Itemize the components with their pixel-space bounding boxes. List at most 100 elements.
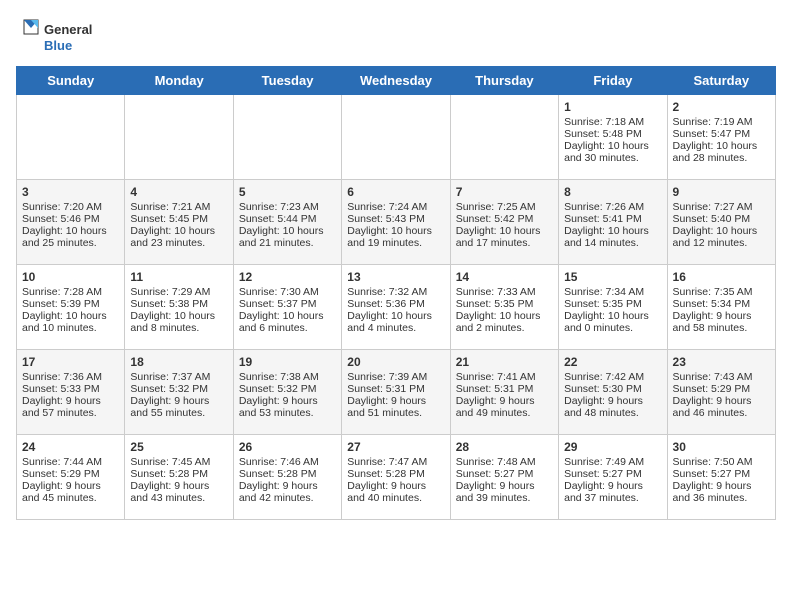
day-info: Sunrise: 7:42 AM xyxy=(564,371,661,383)
day-info: Sunset: 5:27 PM xyxy=(673,468,770,480)
day-info: Daylight: 10 hours and 28 minutes. xyxy=(673,140,770,164)
day-info: Sunset: 5:35 PM xyxy=(456,298,553,310)
day-info: Sunrise: 7:29 AM xyxy=(130,286,227,298)
day-info: Sunset: 5:39 PM xyxy=(22,298,119,310)
day-number: 15 xyxy=(564,270,661,284)
day-number: 6 xyxy=(347,185,444,199)
day-info: Sunset: 5:38 PM xyxy=(130,298,227,310)
day-info: Daylight: 9 hours and 48 minutes. xyxy=(564,395,661,419)
day-number: 17 xyxy=(22,355,119,369)
day-info: Sunrise: 7:44 AM xyxy=(22,456,119,468)
calendar-week-row: 10Sunrise: 7:28 AMSunset: 5:39 PMDayligh… xyxy=(17,265,776,350)
calendar-cell: 18Sunrise: 7:37 AMSunset: 5:32 PMDayligh… xyxy=(125,350,233,435)
day-info: Sunrise: 7:47 AM xyxy=(347,456,444,468)
day-info: Daylight: 9 hours and 58 minutes. xyxy=(673,310,770,334)
calendar-body: 1Sunrise: 7:18 AMSunset: 5:48 PMDaylight… xyxy=(17,95,776,520)
col-tuesday: Tuesday xyxy=(233,67,341,95)
calendar-cell: 20Sunrise: 7:39 AMSunset: 5:31 PMDayligh… xyxy=(342,350,450,435)
calendar-cell xyxy=(125,95,233,180)
calendar-cell: 10Sunrise: 7:28 AMSunset: 5:39 PMDayligh… xyxy=(17,265,125,350)
day-info: Sunrise: 7:37 AM xyxy=(130,371,227,383)
calendar-header: Sunday Monday Tuesday Wednesday Thursday… xyxy=(17,67,776,95)
day-info: Daylight: 9 hours and 51 minutes. xyxy=(347,395,444,419)
day-info: Daylight: 9 hours and 36 minutes. xyxy=(673,480,770,504)
day-info: Sunset: 5:46 PM xyxy=(22,213,119,225)
day-info: Daylight: 10 hours and 25 minutes. xyxy=(22,225,119,249)
calendar-cell: 5Sunrise: 7:23 AMSunset: 5:44 PMDaylight… xyxy=(233,180,341,265)
calendar-cell: 15Sunrise: 7:34 AMSunset: 5:35 PMDayligh… xyxy=(559,265,667,350)
calendar-cell: 27Sunrise: 7:47 AMSunset: 5:28 PMDayligh… xyxy=(342,435,450,520)
day-info: Sunrise: 7:24 AM xyxy=(347,201,444,213)
day-info: Sunset: 5:33 PM xyxy=(22,383,119,395)
day-info: Daylight: 9 hours and 53 minutes. xyxy=(239,395,336,419)
calendar-cell: 8 Sunrise: 7:26 AMSunset: 5:41 PMDaylight… xyxy=(559,180,667,265)
calendar-cell: 29Sunrise: 7:49 AMSunset: 5:27 PMDayligh… xyxy=(559,435,667,520)
day-info: Sunrise: 7:50 AM xyxy=(673,456,770,468)
calendar-cell: 24Sunrise: 7:44 AMSunset: 5:29 PMDayligh… xyxy=(17,435,125,520)
day-number: 24 xyxy=(22,440,119,454)
day-info: Sunset: 5:35 PM xyxy=(564,298,661,310)
day-info: Sunrise: 7:30 AM xyxy=(239,286,336,298)
day-info: Daylight: 9 hours and 55 minutes. xyxy=(130,395,227,419)
day-info: Sunrise: 7:49 AM xyxy=(564,456,661,468)
day-info: Sunset: 5:27 PM xyxy=(456,468,553,480)
day-info: Daylight: 10 hours and 14 minutes. xyxy=(564,225,661,249)
day-info: Daylight: 10 hours and 8 minutes. xyxy=(130,310,227,334)
day-info: Daylight: 10 hours and 6 minutes. xyxy=(239,310,336,334)
day-info: Sunset: 5:27 PM xyxy=(564,468,661,480)
calendar-cell xyxy=(17,95,125,180)
calendar-cell: 11 Sunrise: 7:29 AMSunset: 5:38 PMDayligh… xyxy=(125,265,233,350)
day-info: Sunset: 5:31 PM xyxy=(347,383,444,395)
day-info: Sunset: 5:34 PM xyxy=(673,298,770,310)
calendar-cell: 22Sunrise: 7:42 AMSunset: 5:30 PMDayligh… xyxy=(559,350,667,435)
day-info: Sunset: 5:36 PM xyxy=(347,298,444,310)
calendar-cell: 25Sunrise: 7:45 AMSunset: 5:28 PMDayligh… xyxy=(125,435,233,520)
day-number: 23 xyxy=(673,355,770,369)
day-info: Sunset: 5:48 PM xyxy=(564,128,661,140)
day-info: Daylight: 10 hours and 0 minutes. xyxy=(564,310,661,334)
day-info: Sunrise: 7:26 AM xyxy=(564,201,661,213)
day-info: Sunrise: 7:25 AM xyxy=(456,201,553,213)
day-info: Sunrise: 7:28 AM xyxy=(22,286,119,298)
logo-svg: General Blue xyxy=(16,16,106,58)
day-info: Sunset: 5:29 PM xyxy=(22,468,119,480)
day-number: 2 xyxy=(673,100,770,114)
calendar-cell: 19Sunrise: 7:38 AMSunset: 5:32 PMDayligh… xyxy=(233,350,341,435)
day-info: Sunrise: 7:32 AM xyxy=(347,286,444,298)
day-number: 28 xyxy=(456,440,553,454)
calendar-week-row: 1Sunrise: 7:18 AMSunset: 5:48 PMDaylight… xyxy=(17,95,776,180)
day-info: Daylight: 9 hours and 39 minutes. xyxy=(456,480,553,504)
day-info: Sunset: 5:44 PM xyxy=(239,213,336,225)
day-info: Sunset: 5:29 PM xyxy=(673,383,770,395)
day-info: Sunrise: 7:18 AM xyxy=(564,116,661,128)
logo: General Blue xyxy=(16,16,106,58)
calendar-cell xyxy=(450,95,558,180)
day-number: 12 xyxy=(239,270,336,284)
day-number: 22 xyxy=(564,355,661,369)
day-number: 20 xyxy=(347,355,444,369)
day-info: Daylight: 10 hours and 2 minutes. xyxy=(456,310,553,334)
day-info: Daylight: 10 hours and 17 minutes. xyxy=(456,225,553,249)
day-number: 11 xyxy=(130,270,227,284)
day-info: Sunrise: 7:41 AM xyxy=(456,371,553,383)
calendar-cell: 30Sunrise: 7:50 AMSunset: 5:27 PMDayligh… xyxy=(667,435,775,520)
day-info: Sunset: 5:40 PM xyxy=(673,213,770,225)
col-thursday: Thursday xyxy=(450,67,558,95)
day-info: Sunset: 5:47 PM xyxy=(673,128,770,140)
day-info: Sunrise: 7:46 AM xyxy=(239,456,336,468)
day-number: 21 xyxy=(456,355,553,369)
day-info: Sunset: 5:41 PM xyxy=(564,213,661,225)
day-number: 25 xyxy=(130,440,227,454)
day-info: Sunrise: 7:19 AM xyxy=(673,116,770,128)
day-info: Sunset: 5:43 PM xyxy=(347,213,444,225)
day-number: 8 xyxy=(564,185,661,199)
col-sunday: Sunday xyxy=(17,67,125,95)
calendar-cell: 4Sunrise: 7:21 AMSunset: 5:45 PMDaylight… xyxy=(125,180,233,265)
day-number: 4 xyxy=(130,185,227,199)
day-info: Sunset: 5:37 PM xyxy=(239,298,336,310)
day-number: 9 xyxy=(673,185,770,199)
day-info: Sunrise: 7:23 AM xyxy=(239,201,336,213)
calendar-cell xyxy=(342,95,450,180)
day-number: 5 xyxy=(239,185,336,199)
day-info: Daylight: 10 hours and 4 minutes. xyxy=(347,310,444,334)
